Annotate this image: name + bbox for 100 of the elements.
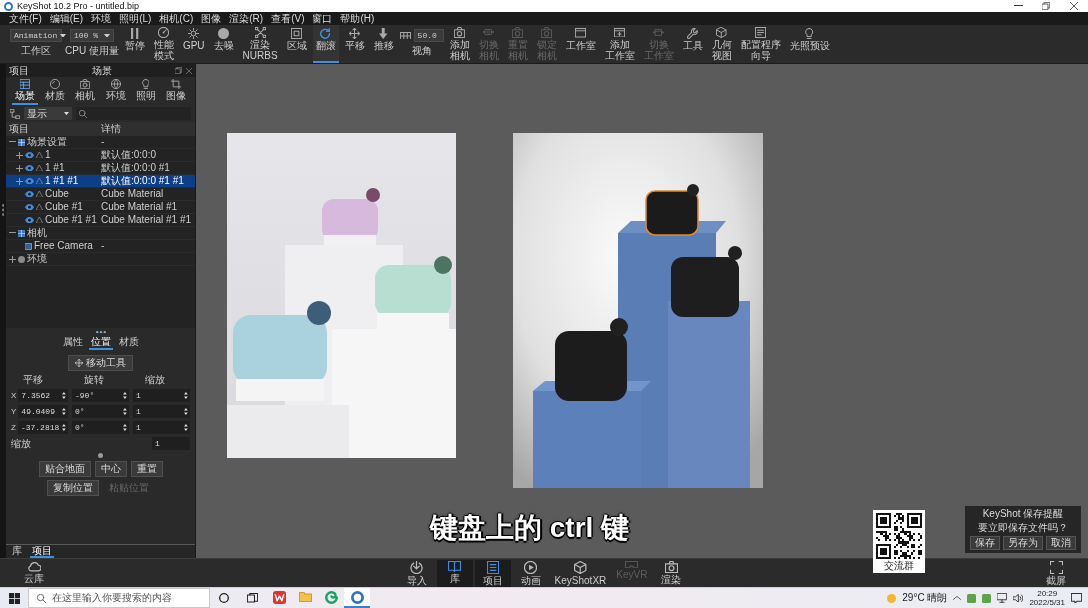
menu-item[interactable]: 帮助(H) [336,12,379,25]
menu-item[interactable]: 照明(L) [115,12,156,25]
dialog-button[interactable]: 另存为 [1003,536,1043,550]
menu-item[interactable]: 编辑(E) [45,12,88,25]
overlapping-frames-icon[interactable] [246,593,258,603]
close-icon[interactable] [1070,2,1078,10]
dialog-button[interactable]: 取消 [1046,536,1076,550]
toolbar-button[interactable]: 平移 [341,25,368,63]
menu-item[interactable]: 查看(V) [267,12,309,25]
number-field[interactable]: 49.0409 [18,405,68,419]
menu-item[interactable]: 窗口 [308,12,337,25]
toolbar-button[interactable]: 工作室 [562,25,599,63]
menu-item[interactable]: 渲染(R) [225,12,268,25]
tree-row[interactable]: 1 默认值:0:0:0 [6,149,195,162]
eye-icon[interactable] [25,216,34,224]
taskbar-app-button[interactable] [344,588,370,608]
menu-item[interactable]: 环境 [87,12,116,25]
number-field[interactable]: 1 [133,421,190,435]
move-tool-button[interactable]: 移动工具 [68,355,133,372]
grid-icon[interactable] [399,31,411,40]
eye-icon[interactable] [25,164,34,172]
panel-tab[interactable]: 相机 [72,77,99,105]
tree-row[interactable]: 1 #1 #1 默认值:0:0:0 #1 #1 [6,175,195,188]
number-field[interactable]: -90° [72,389,129,403]
properties-tab[interactable]: 属性 [60,336,85,351]
speech-bubble-icon[interactable] [1071,592,1082,604]
menu-item[interactable]: 文件(F) [5,12,46,25]
panel-tab[interactable]: 图像 [162,77,189,105]
eye-icon[interactable] [25,177,34,185]
display-dropdown[interactable]: 显示 [24,107,72,120]
panel-tab[interactable]: 环境 [102,77,129,105]
four-panes-icon[interactable] [8,592,20,604]
number-field[interactable]: 1 [133,389,190,403]
clock-time[interactable]: 20:29 [1037,589,1058,598]
plus-icon[interactable] [16,151,23,159]
action-button[interactable]: 复制位置 [46,480,99,497]
bottom-toolbar-button[interactable]: 截屏 [1038,559,1074,587]
splitter-handle-icon[interactable] [95,331,106,334]
properties-tab[interactable]: 材质 [116,336,141,351]
bottom-toolbar-button[interactable]: 导入 [398,559,435,587]
dropdown[interactable]: 100 % [69,29,114,42]
toolbar-button[interactable]: GPU [179,25,208,63]
toolbar-button[interactable]: 性能模式 [150,25,177,63]
bottom-toolbar-button[interactable]: 库 [436,559,473,587]
number-field[interactable]: 7.3562 [18,389,68,403]
minus-icon[interactable] [9,232,16,234]
toolbar-button[interactable]: 添加工作室 [601,25,638,63]
plus-icon[interactable] [16,177,23,185]
number-field[interactable]: 1 [133,405,190,419]
action-button[interactable]: 重置 [130,461,163,478]
minus-icon[interactable] [9,141,16,143]
splitter-handle-icon[interactable] [1,204,5,216]
tree-row[interactable]: Cube #1 #1 Cube Material #1 #1 [6,214,195,227]
eye-icon[interactable] [25,203,34,211]
clock-date[interactable]: 2022/5/31 [1029,598,1065,607]
tree-row[interactable]: Free Camera - [6,240,195,253]
minimize-icon[interactable] [1013,5,1023,7]
tree-row[interactable]: 场景设置 - [6,136,195,149]
properties-tab[interactable]: 位置 [88,336,113,351]
drag-handle-icon[interactable] [98,453,103,459]
panel-tab[interactable]: 库 [10,545,24,558]
toolbar-button[interactable]: 区域 [283,25,310,63]
toolbar-button[interactable]: 添加相机 [446,25,473,63]
search-field[interactable]: 在这里输入你要搜索的内容 [28,588,210,608]
close-icon[interactable] [186,67,192,74]
bottom-toolbar-button[interactable]: 渲染 [653,559,690,587]
bottom-toolbar-button[interactable]: KeyShotXR [550,559,611,587]
speaker-icon[interactable] [1013,593,1024,603]
float-window-icon[interactable] [175,67,182,74]
action-button[interactable]: 中心 [94,461,127,478]
tree-row[interactable]: 环境 [6,253,195,266]
circle-icon[interactable] [219,593,229,603]
number-field[interactable]: -37.2818 [17,421,68,435]
toolbar-button[interactable]: 配置程序向导 [737,25,784,63]
action-button[interactable]: 贴合地面 [38,461,91,478]
toolbar-button[interactable]: 几何视图 [708,25,735,63]
tree-row[interactable]: Cube Cube Material [6,188,195,201]
bottom-toolbar-button[interactable]: 动画 [512,559,549,587]
panel-tab[interactable]: 材质 [42,77,69,105]
number-field[interactable]: 1 [152,437,190,451]
chevron-up-icon[interactable] [953,596,962,600]
tree-row[interactable]: Cube #1 Cube Material #1 [6,201,195,214]
eye-icon[interactable] [25,190,34,198]
monitor-icon[interactable] [997,593,1008,603]
toolbar-button[interactable]: 渲染 NURBS [239,25,281,63]
search-field[interactable] [76,107,191,120]
panel-tab[interactable]: 场景 [12,77,39,105]
tree-row[interactable]: 相机 [6,227,195,240]
angle-field[interactable]: 50.0 [413,29,444,42]
toolbar-button[interactable]: 光照预设 [786,25,833,63]
toolbar-button[interactable]: 工具 [679,25,706,63]
bottom-toolbar-button[interactable]: 云库 [16,561,52,585]
toolbar-button[interactable]: 推移 [370,25,397,63]
bottom-toolbar-button[interactable]: 项目 [474,559,511,587]
number-field[interactable]: 0° [72,421,129,435]
plus-icon[interactable] [16,164,23,172]
plus-icon[interactable] [9,255,16,263]
number-field[interactable]: 0° [72,405,129,419]
hierarchy-icon[interactable] [10,108,20,119]
toolbar-button[interactable]: 翻滚 [312,25,339,63]
